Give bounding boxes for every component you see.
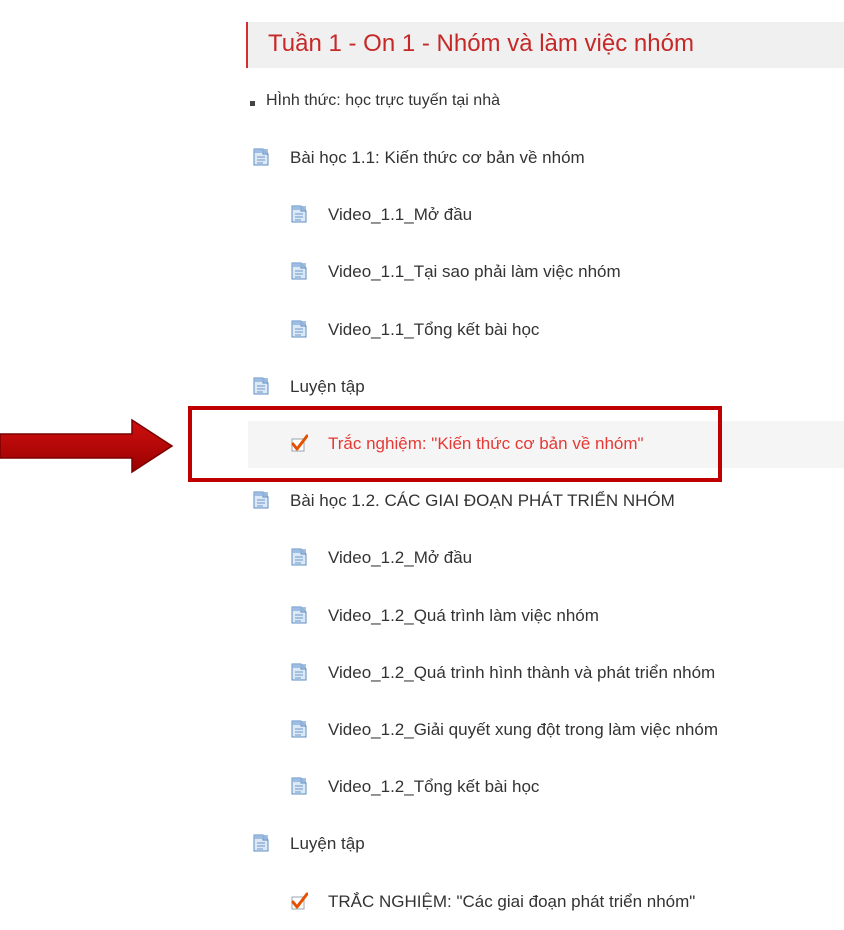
page-icon <box>252 834 270 852</box>
summary-text: HÌnh thức: học trực tuyến tại nhà <box>266 92 500 109</box>
page-icon <box>290 663 308 681</box>
bullet-icon <box>250 101 255 106</box>
activity-label[interactable]: Video_1.2_Mở đầu <box>328 548 472 568</box>
activity-label[interactable]: Video_1.2_Quá trình hình thành và phát t… <box>328 663 715 683</box>
activity-label[interactable]: Bài học 1.2. CÁC GIAI ĐOẠN PHÁT TRIỂN NH… <box>290 491 675 511</box>
page-icon <box>290 720 308 738</box>
activity-label[interactable]: Video_1.2_Quá trình làm việc nhóm <box>328 606 599 626</box>
activity-label[interactable]: Luyện tập <box>290 834 365 854</box>
page-icon <box>290 205 308 223</box>
page-icon <box>252 491 270 509</box>
activity-label[interactable]: Video_1.1_Mở đầu <box>328 205 472 225</box>
page-icon <box>290 548 308 566</box>
activity-label[interactable]: Video_1.2_Giải quyết xung đột trong làm … <box>328 720 718 740</box>
activity-label[interactable]: TRẮC NGHIỆM: "Các giai đoạn phát triển n… <box>328 892 695 912</box>
activity-label[interactable]: Luyện tập <box>290 377 365 397</box>
annotation-highlight-box <box>188 406 722 482</box>
page-icon <box>290 777 308 795</box>
page-icon <box>252 377 270 395</box>
section-title: Tuần 1 - On 1 - Nhóm và làm việc nhóm <box>268 30 694 57</box>
activity-label[interactable]: Video_1.1_Tổng kết bài học <box>328 320 539 340</box>
page-icon <box>290 606 308 624</box>
quiz-check-icon <box>290 892 309 910</box>
activity-label[interactable]: Video_1.2_Tổng kết bài học <box>328 777 539 797</box>
activity-label[interactable]: Bài học 1.1: Kiến thức cơ bản về nhóm <box>290 148 585 168</box>
page-icon <box>252 148 270 166</box>
annotation-arrow-icon <box>0 418 174 474</box>
section-header: Tuần 1 - On 1 - Nhóm và làm việc nhóm <box>246 22 844 68</box>
activity-label[interactable]: Video_1.1_Tại sao phải làm việc nhóm <box>328 262 621 282</box>
page-icon <box>290 262 308 280</box>
page-icon <box>290 320 308 338</box>
